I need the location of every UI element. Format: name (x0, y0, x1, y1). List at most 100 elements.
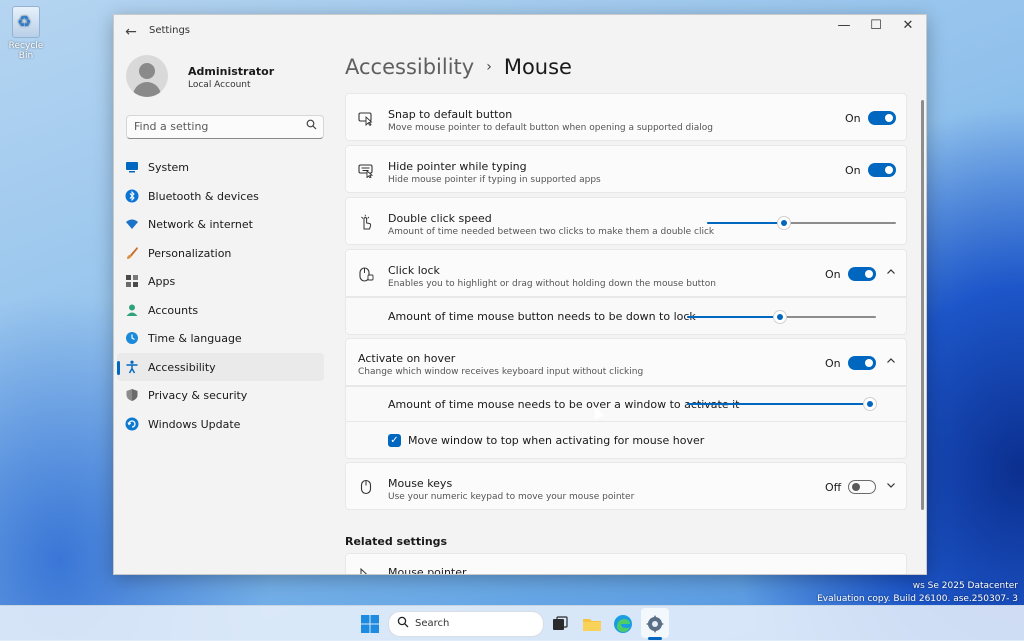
settings-gear-icon[interactable] (645, 614, 665, 634)
settings-content: Snap to default button Move mouse pointe… (345, 93, 907, 574)
wifi-icon (126, 219, 138, 229)
checkbox-label: Move window to top when activating for m… (408, 434, 705, 447)
move-window-top-checkbox[interactable]: ✓ (388, 434, 401, 447)
globe-clock-icon (126, 332, 138, 344)
snap-pointer-icon (358, 112, 373, 126)
sidebar-item-windows-update[interactable]: Windows Update (117, 410, 324, 439)
user-profile[interactable]: Administrator Local Account (126, 55, 326, 99)
sidebar-item-apps[interactable]: Apps (117, 267, 324, 296)
title-bar[interactable]: ← Settings — ☐ ✕ (114, 15, 926, 49)
sidebar-item-label: System (148, 161, 190, 174)
setting-title: Mouse keys (388, 477, 453, 490)
hide-pointer-toggle[interactable] (868, 163, 896, 177)
double-click-speed-slider[interactable] (707, 216, 896, 230)
setting-description: Change which window receives keyboard in… (358, 367, 644, 377)
avatar (126, 55, 168, 97)
close-button[interactable]: ✕ (892, 15, 924, 39)
mouse-icon (360, 479, 372, 495)
search-input[interactable]: Find a setting (126, 115, 324, 139)
sidebar-item-accessibility[interactable]: Accessibility (117, 352, 324, 381)
breadcrumb-accessibility[interactable]: Accessibility (345, 55, 474, 79)
edge-browser-icon[interactable] (613, 614, 633, 634)
related-settings-heading: Related settings (345, 535, 448, 548)
activate-hover-time-slider[interactable] (687, 397, 877, 411)
sidebar-item-system[interactable]: System (117, 153, 324, 182)
taskbar: Search (0, 605, 1024, 641)
task-view-icon[interactable] (550, 614, 570, 634)
setting-snap-default-button[interactable]: Snap to default button Move mouse pointe… (345, 93, 907, 141)
setting-mouse-keys[interactable]: Mouse keys Use your numeric keypad to mo… (345, 462, 907, 510)
mouse-keys-toggle[interactable] (848, 480, 876, 494)
sidebar-item-time-language[interactable]: Time & language (117, 324, 324, 353)
activate-hover-toggle[interactable] (848, 356, 876, 370)
activate-hover-checkbox-row[interactable]: ✓ Move window to top when activating for… (345, 421, 907, 459)
chevron-down-icon[interactable] (884, 480, 898, 494)
related-mouse-pointer[interactable]: Mouse pointer (345, 553, 907, 574)
click-lock-toggle[interactable] (848, 267, 876, 281)
watermark-line-1: ws Se 2025 Datacenter (912, 581, 1018, 591)
setting-title: Double click speed (388, 212, 492, 225)
setting-activate-on-hover[interactable]: Activate on hover Change which window re… (345, 338, 907, 386)
sidebar-item-network[interactable]: Network & internet (117, 210, 324, 239)
evaluation-watermark: ws Se 2025 Datacenter Evaluation copy. B… (817, 580, 1018, 606)
chevron-up-icon[interactable] (884, 356, 898, 370)
page-title: Accessibility › Mouse (345, 55, 572, 79)
mouse-lock-icon (359, 267, 374, 282)
related-item-label: Mouse pointer (388, 566, 467, 574)
content-scrollbar[interactable] (921, 100, 924, 510)
toggle-state-label: On (825, 357, 841, 370)
sidebar-item-privacy-security[interactable]: Privacy & security (117, 381, 324, 410)
search-icon (397, 616, 409, 631)
setting-description: Enables you to highlight or drag without… (388, 279, 716, 289)
sidebar-item-label: Bluetooth & devices (148, 189, 259, 203)
setting-click-lock[interactable]: Click lock Enables you to highlight or d… (345, 249, 907, 297)
slider-thumb[interactable] (773, 311, 786, 323)
sidebar-nav: System Bluetooth & devices Network & int… (117, 153, 324, 438)
user-name: Administrator (188, 65, 275, 78)
shield-icon (126, 389, 138, 401)
minimize-button[interactable]: — (828, 15, 860, 39)
brush-icon (127, 246, 138, 259)
toggle-state-label: Off (825, 481, 842, 494)
sidebar-item-bluetooth[interactable]: Bluetooth & devices (117, 182, 324, 211)
slider-thumb[interactable] (864, 398, 877, 410)
bluetooth-icon (125, 189, 139, 202)
search-icon (306, 119, 317, 133)
toggle-state-label: On (845, 112, 861, 125)
click-lock-time-slider[interactable] (687, 310, 876, 324)
setting-hide-pointer[interactable]: Hide pointer while typing Hide mouse poi… (345, 145, 907, 193)
window-title: Settings (149, 25, 191, 36)
setting-title: Snap to default button (388, 108, 513, 121)
file-explorer-icon[interactable] (582, 614, 602, 634)
chevron-up-icon[interactable] (884, 267, 898, 281)
setting-title: Click lock (388, 264, 440, 277)
taskbar-search-label: Search (415, 618, 450, 629)
settings-window: ← Settings — ☐ ✕ Administrator Local Acc… (113, 14, 927, 575)
back-button[interactable]: ← (122, 23, 140, 41)
setting-description: Move mouse pointer to default button whe… (388, 123, 713, 133)
sidebar-item-label: Personalization (148, 246, 232, 260)
start-button-icon[interactable] (360, 614, 380, 634)
maximize-button[interactable]: ☐ (860, 15, 892, 39)
taskbar-search[interactable]: Search (388, 611, 544, 637)
account-type: Local Account (188, 80, 251, 90)
slider-fill (687, 403, 871, 405)
sidebar-item-label: Network & internet (148, 218, 253, 231)
click-lock-subsetting: Amount of time mouse button needs to be … (345, 297, 907, 335)
recycle-bin[interactable]: Recycle Bin (4, 6, 48, 61)
monitor-icon (126, 162, 138, 173)
slider-thumb[interactable] (778, 217, 791, 229)
snap-default-toggle[interactable] (868, 111, 896, 125)
setting-description: Amount of time needed between two clicks… (388, 227, 715, 237)
setting-title: Activate on hover (358, 352, 456, 365)
sidebar-item-label: Privacy & security (148, 389, 248, 402)
person-icon (126, 304, 138, 316)
pointer-icon (360, 567, 368, 574)
keyboard-pointer-icon (358, 164, 374, 178)
setting-double-click-speed[interactable]: Double click speed Amount of time needed… (345, 197, 907, 245)
sidebar-item-personalization[interactable]: Personalization (117, 239, 324, 268)
setting-description: Use your numeric keypad to move your mou… (388, 492, 635, 502)
sidebar-item-label: Apps (148, 275, 176, 288)
update-icon (125, 417, 139, 430)
sidebar-item-accounts[interactable]: Accounts (117, 296, 324, 325)
